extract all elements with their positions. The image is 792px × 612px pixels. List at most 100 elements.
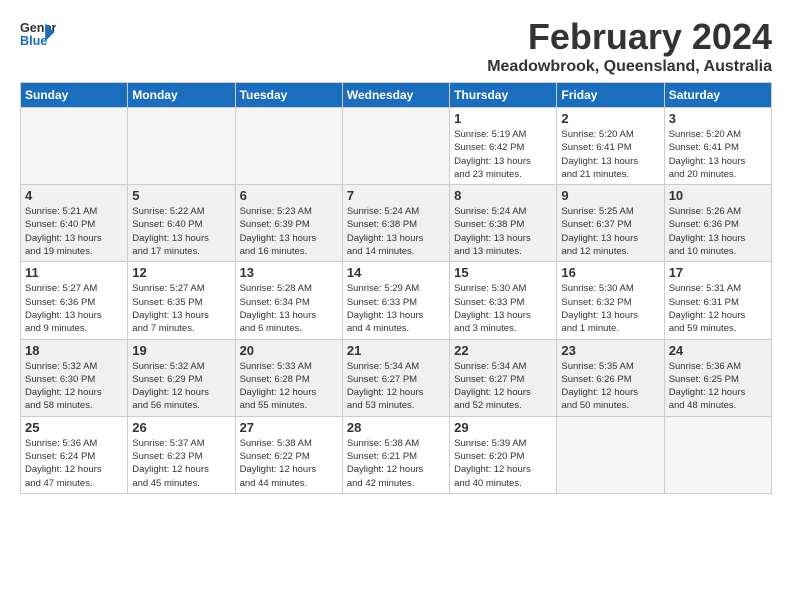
day-number: 9 (561, 188, 659, 203)
day-info: Sunrise: 5:33 AM Sunset: 6:28 PM Dayligh… (240, 360, 338, 413)
day-number: 10 (669, 188, 767, 203)
day-info: Sunrise: 5:29 AM Sunset: 6:33 PM Dayligh… (347, 282, 445, 335)
weekday-header-row: SundayMondayTuesdayWednesdayThursdayFrid… (21, 83, 772, 108)
subtitle: Meadowbrook, Queensland, Australia (487, 58, 772, 76)
day-number: 6 (240, 188, 338, 203)
calendar-day-cell: 15 Sunrise: 5:30 AM Sunset: 6:33 PM Dayli… (450, 262, 557, 339)
day-info: Sunrise: 5:35 AM Sunset: 6:26 PM Dayligh… (561, 360, 659, 413)
day-info: Sunrise: 5:28 AM Sunset: 6:34 PM Dayligh… (240, 282, 338, 335)
day-info: Sunrise: 5:24 AM Sunset: 6:38 PM Dayligh… (454, 205, 552, 258)
day-info: Sunrise: 5:37 AM Sunset: 6:23 PM Dayligh… (132, 437, 230, 490)
day-info: Sunrise: 5:32 AM Sunset: 6:29 PM Dayligh… (132, 360, 230, 413)
day-number: 5 (132, 188, 230, 203)
day-info: Sunrise: 5:20 AM Sunset: 6:41 PM Dayligh… (669, 128, 767, 181)
day-number: 3 (669, 111, 767, 126)
day-number: 4 (25, 188, 123, 203)
calendar-day-cell: 6 Sunrise: 5:23 AM Sunset: 6:39 PM Daylig… (235, 185, 342, 262)
calendar-day-cell: 20Sunrise: 5:33 AM Sunset: 6:28 PM Dayli… (235, 339, 342, 416)
day-number: 21 (347, 343, 445, 358)
calendar-day-cell: 4 Sunrise: 5:21 AM Sunset: 6:40 PM Daylig… (21, 185, 128, 262)
day-info: Sunrise: 5:34 AM Sunset: 6:27 PM Dayligh… (454, 360, 552, 413)
day-number: 11 (25, 265, 123, 280)
calendar-week-row: 18 Sunrise: 5:32 AM Sunset: 6:30 PM Dayli… (21, 339, 772, 416)
day-info: Sunrise: 5:21 AM Sunset: 6:40 PM Dayligh… (25, 205, 123, 258)
day-number: 24 (669, 343, 767, 358)
calendar-day-cell (235, 108, 342, 185)
calendar-day-cell: 23 Sunrise: 5:35 AM Sunset: 6:26 PM Dayli… (557, 339, 664, 416)
day-info: Sunrise: 5:26 AM Sunset: 6:36 PM Dayligh… (669, 205, 767, 258)
calendar-day-cell: 12 Sunrise: 5:27 AM Sunset: 6:35 PM Dayli… (128, 262, 235, 339)
calendar-day-cell: 28 Sunrise: 5:38 AM Sunset: 6:21 PM Dayli… (342, 416, 449, 493)
day-number: 19 (132, 343, 230, 358)
weekday-header-friday: Friday (557, 83, 664, 108)
day-info: Sunrise: 5:23 AM Sunset: 6:39 PM Dayligh… (240, 205, 338, 258)
day-info: Sunrise: 5:36 AM Sunset: 6:25 PM Dayligh… (669, 360, 767, 413)
calendar-day-cell: 21 Sunrise: 5:34 AM Sunset: 6:27 PM Dayli… (342, 339, 449, 416)
day-info: Sunrise: 5:30 AM Sunset: 6:33 PM Dayligh… (454, 282, 552, 335)
calendar-day-cell: 3 Sunrise: 5:20 AM Sunset: 6:41 PM Daylig… (664, 108, 771, 185)
day-info: Sunrise: 5:32 AM Sunset: 6:30 PM Dayligh… (25, 360, 123, 413)
calendar-week-row: 11 Sunrise: 5:27 AM Sunset: 6:36 PM Dayli… (21, 262, 772, 339)
logo-icon: General Blue (20, 16, 56, 52)
day-number: 13 (240, 265, 338, 280)
calendar-day-cell: 8 Sunrise: 5:24 AM Sunset: 6:38 PM Daylig… (450, 185, 557, 262)
weekday-header-wednesday: Wednesday (342, 83, 449, 108)
day-info: Sunrise: 5:20 AM Sunset: 6:41 PM Dayligh… (561, 128, 659, 181)
calendar-day-cell: 5 Sunrise: 5:22 AM Sunset: 6:40 PM Daylig… (128, 185, 235, 262)
day-number: 17 (669, 265, 767, 280)
calendar-day-cell: 10 Sunrise: 5:26 AM Sunset: 6:36 PM Dayli… (664, 185, 771, 262)
day-info: Sunrise: 5:38 AM Sunset: 6:21 PM Dayligh… (347, 437, 445, 490)
day-number: 2 (561, 111, 659, 126)
calendar-day-cell (21, 108, 128, 185)
day-number: 12 (132, 265, 230, 280)
logo: General Blue (20, 16, 56, 52)
calendar-day-cell: 11 Sunrise: 5:27 AM Sunset: 6:36 PM Dayli… (21, 262, 128, 339)
calendar-day-cell: 26Sunrise: 5:37 AM Sunset: 6:23 PM Dayli… (128, 416, 235, 493)
calendar-day-cell: 29Sunrise: 5:39 AM Sunset: 6:20 PM Dayli… (450, 416, 557, 493)
calendar-week-row: 25Sunrise: 5:36 AM Sunset: 6:24 PM Dayli… (21, 416, 772, 493)
day-number: 1 (454, 111, 552, 126)
calendar-day-cell (664, 416, 771, 493)
calendar-day-cell: 1 Sunrise: 5:19 AM Sunset: 6:42 PM Daylig… (450, 108, 557, 185)
calendar-day-cell: 7Sunrise: 5:24 AM Sunset: 6:38 PM Daylig… (342, 185, 449, 262)
calendar-week-row: 1 Sunrise: 5:19 AM Sunset: 6:42 PM Daylig… (21, 108, 772, 185)
calendar-day-cell: 16 Sunrise: 5:30 AM Sunset: 6:32 PM Dayli… (557, 262, 664, 339)
calendar-day-cell (128, 108, 235, 185)
title-block: February 2024 Meadowbrook, Queensland, A… (487, 16, 772, 76)
svg-text:Blue: Blue (20, 34, 47, 48)
day-info: Sunrise: 5:38 AM Sunset: 6:22 PM Dayligh… (240, 437, 338, 490)
weekday-header-monday: Monday (128, 83, 235, 108)
day-number: 7 (347, 188, 445, 203)
day-number: 18 (25, 343, 123, 358)
calendar-day-cell: 17Sunrise: 5:31 AM Sunset: 6:31 PM Dayli… (664, 262, 771, 339)
day-info: Sunrise: 5:19 AM Sunset: 6:42 PM Dayligh… (454, 128, 552, 181)
calendar-day-cell: 27 Sunrise: 5:38 AM Sunset: 6:22 PM Dayli… (235, 416, 342, 493)
day-info: Sunrise: 5:27 AM Sunset: 6:36 PM Dayligh… (25, 282, 123, 335)
calendar-day-cell: 25Sunrise: 5:36 AM Sunset: 6:24 PM Dayli… (21, 416, 128, 493)
calendar-day-cell: 13 Sunrise: 5:28 AM Sunset: 6:34 PM Dayli… (235, 262, 342, 339)
day-number: 15 (454, 265, 552, 280)
day-number: 8 (454, 188, 552, 203)
day-info: Sunrise: 5:22 AM Sunset: 6:40 PM Dayligh… (132, 205, 230, 258)
day-info: Sunrise: 5:25 AM Sunset: 6:37 PM Dayligh… (561, 205, 659, 258)
calendar-day-cell: 2 Sunrise: 5:20 AM Sunset: 6:41 PM Daylig… (557, 108, 664, 185)
calendar-day-cell: 18 Sunrise: 5:32 AM Sunset: 6:30 PM Dayli… (21, 339, 128, 416)
calendar-day-cell: 24 Sunrise: 5:36 AM Sunset: 6:25 PM Dayli… (664, 339, 771, 416)
day-number: 16 (561, 265, 659, 280)
calendar-day-cell (557, 416, 664, 493)
day-number: 23 (561, 343, 659, 358)
day-info: Sunrise: 5:27 AM Sunset: 6:35 PM Dayligh… (132, 282, 230, 335)
day-number: 29 (454, 420, 552, 435)
day-info: Sunrise: 5:34 AM Sunset: 6:27 PM Dayligh… (347, 360, 445, 413)
calendar-day-cell: 22 Sunrise: 5:34 AM Sunset: 6:27 PM Dayli… (450, 339, 557, 416)
day-info: Sunrise: 5:30 AM Sunset: 6:32 PM Dayligh… (561, 282, 659, 335)
calendar-week-row: 4 Sunrise: 5:21 AM Sunset: 6:40 PM Daylig… (21, 185, 772, 262)
day-number: 27 (240, 420, 338, 435)
weekday-header-saturday: Saturday (664, 83, 771, 108)
day-number: 22 (454, 343, 552, 358)
calendar-day-cell: 19 Sunrise: 5:32 AM Sunset: 6:29 PM Dayli… (128, 339, 235, 416)
weekday-header-thursday: Thursday (450, 83, 557, 108)
calendar-day-cell: 9 Sunrise: 5:25 AM Sunset: 6:37 PM Daylig… (557, 185, 664, 262)
day-info: Sunrise: 5:36 AM Sunset: 6:24 PM Dayligh… (25, 437, 123, 490)
day-number: 28 (347, 420, 445, 435)
